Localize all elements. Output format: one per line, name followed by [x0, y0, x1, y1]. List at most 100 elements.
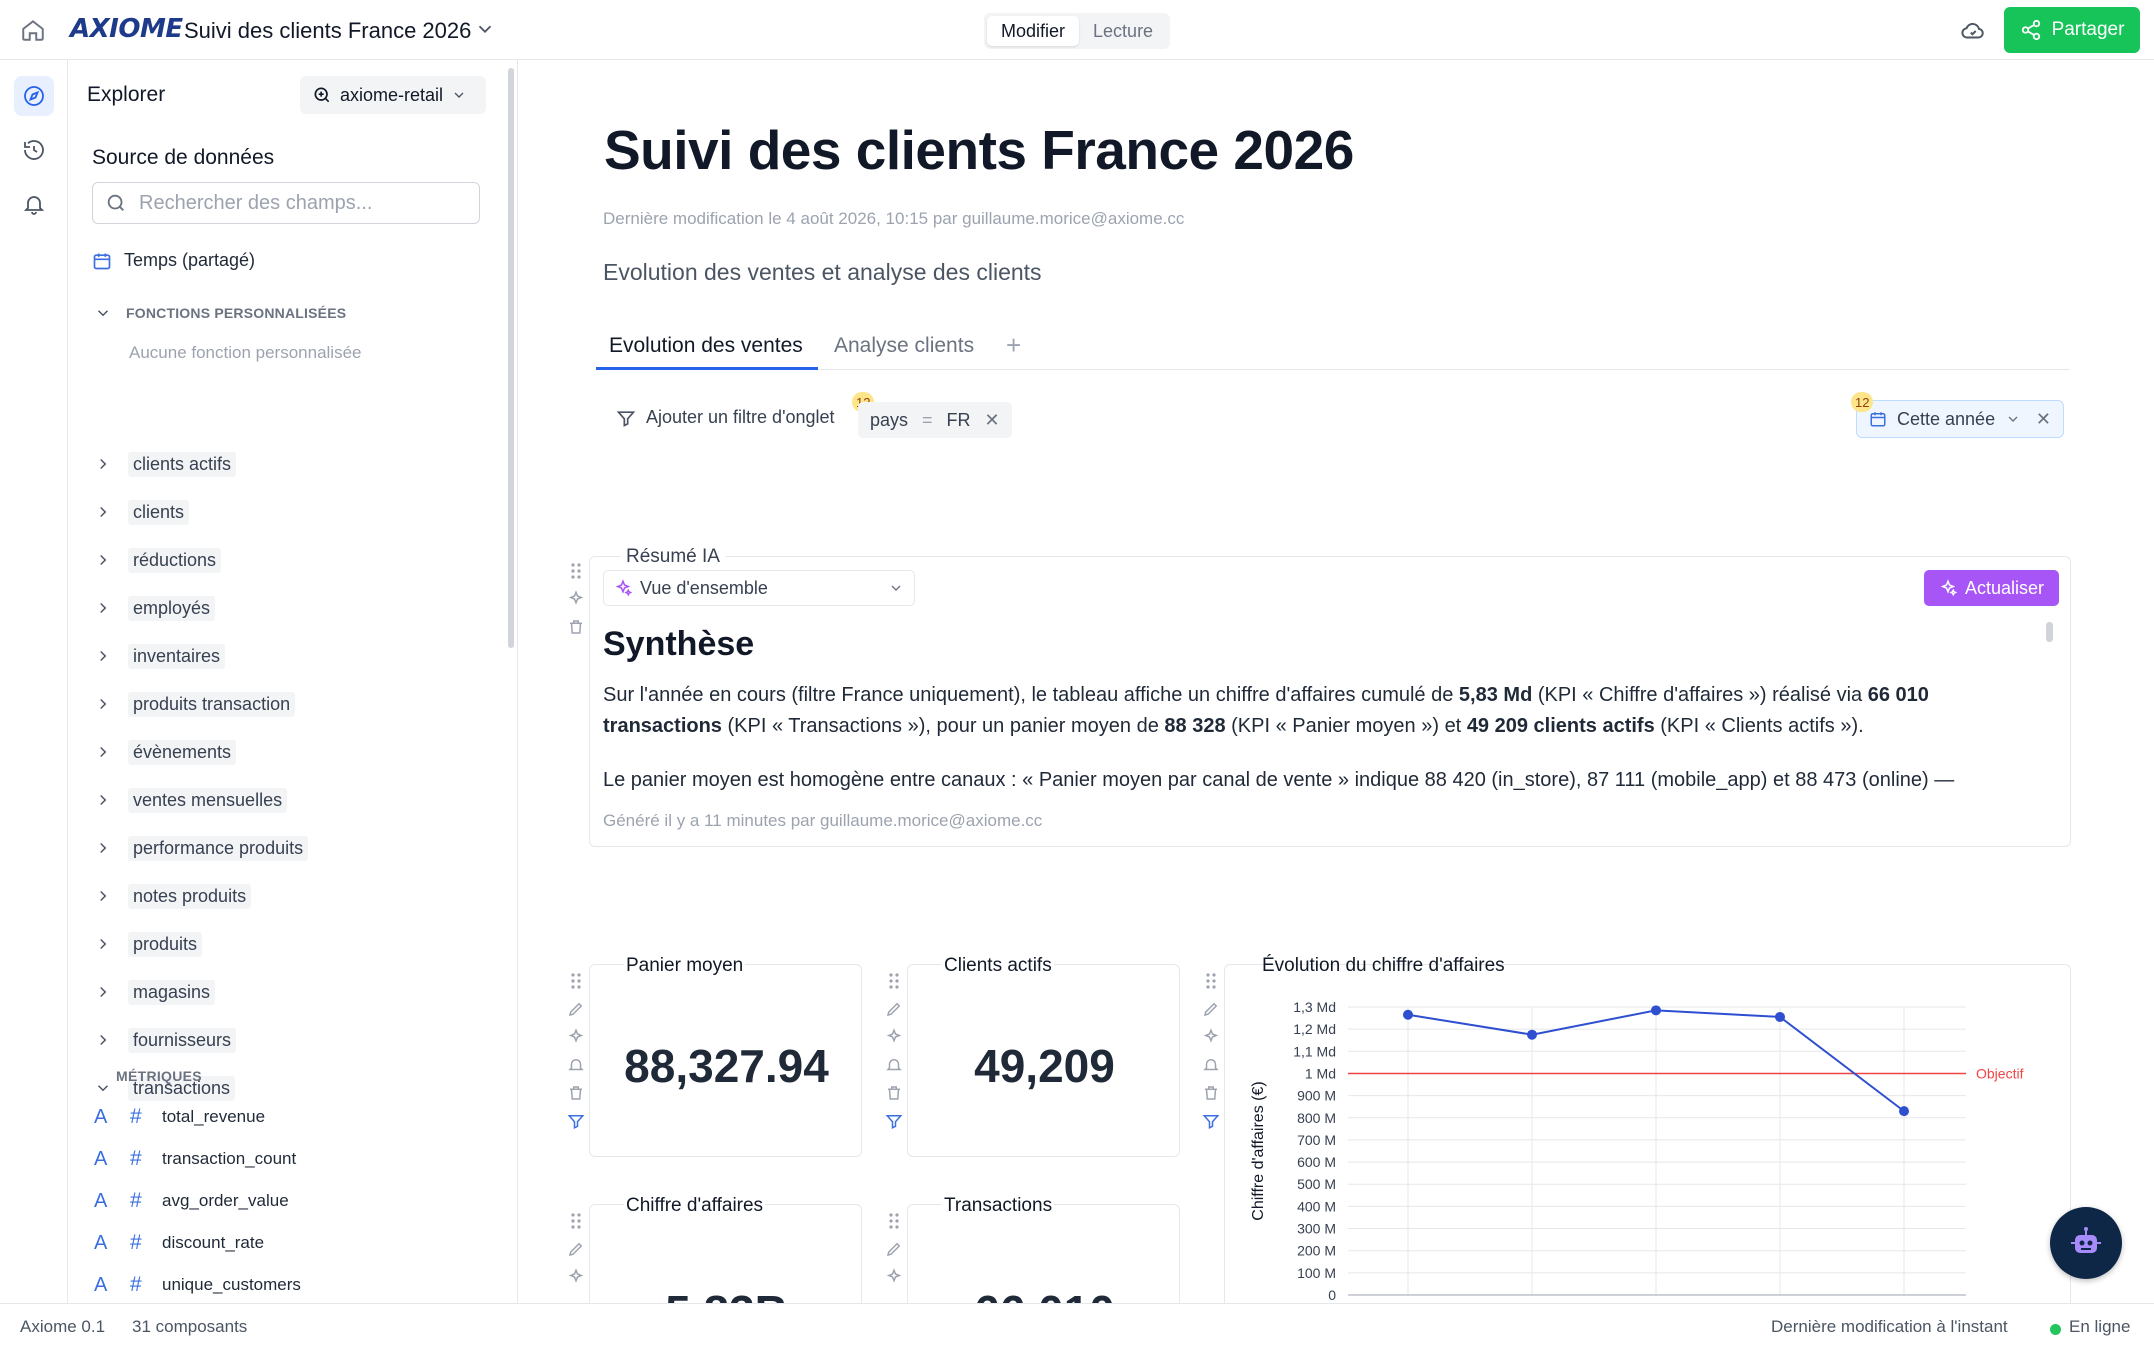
chevron-down-icon[interactable] [2005, 411, 2021, 427]
pencil-icon[interactable] [885, 1000, 903, 1018]
app-logo[interactable]: AXIOME [70, 14, 183, 44]
ai-view-select[interactable]: Vue d'ensemble [603, 570, 915, 606]
explorer-scrollbar[interactable] [508, 68, 514, 648]
text: (KPI « Transactions »), pour un panier m… [721, 715, 1165, 737]
assistant-bot-button[interactable] [2050, 1207, 2122, 1279]
sparkles-icon[interactable] [567, 590, 585, 608]
pencil-icon[interactable] [567, 1000, 585, 1018]
trash-icon[interactable] [1202, 1084, 1220, 1102]
table-item[interactable]: notes produits [94, 882, 252, 910]
search-placeholder: Rechercher des champs... [139, 191, 373, 214]
mode-edit-button[interactable]: Modifier [987, 16, 1080, 46]
project-selector[interactable]: axiome-retail [300, 76, 486, 114]
filter-chip-pays[interactable]: pays = FR ✕ [858, 402, 1012, 438]
sparkles-icon[interactable] [567, 1268, 585, 1286]
metric-item[interactable]: A # total_revenue [94, 1103, 265, 1131]
metric-item[interactable]: A # avg_order_value [94, 1187, 289, 1215]
search-icon [107, 194, 124, 211]
data-source-title: Source de données [92, 146, 275, 169]
metric-item[interactable]: A # discount_rate [94, 1229, 264, 1257]
bell-icon[interactable] [885, 1056, 903, 1074]
table-label: inventaires [128, 643, 226, 669]
drag-handle-icon[interactable] [1204, 972, 1218, 990]
chevron-right-icon [100, 458, 107, 470]
y-tick-label: 400 M [1297, 1198, 1336, 1214]
y-tick-label: 1,3 Md [1293, 999, 1336, 1015]
ai-summary-scrollbar[interactable] [2046, 622, 2053, 642]
pencil-icon[interactable] [567, 1240, 585, 1258]
drag-handle-icon[interactable] [887, 1212, 901, 1230]
trash-icon[interactable] [567, 1084, 585, 1102]
table-item[interactable]: inventaires [94, 642, 226, 670]
sparkles-icon[interactable] [885, 1268, 903, 1286]
table-item[interactable]: produits transaction [94, 690, 296, 718]
chevron-down-icon [454, 92, 464, 98]
ai-refresh-button[interactable]: Actualiser [1924, 570, 2059, 606]
table-item[interactable]: clients actifs [94, 450, 237, 478]
drag-handle-icon[interactable] [569, 1212, 583, 1230]
pencil-icon[interactable] [885, 1240, 903, 1258]
share-button[interactable]: Partager [2004, 7, 2140, 53]
date-filter-badge: 12 [1851, 392, 1874, 412]
chart-card-tools [1202, 972, 1220, 1130]
highlight: 5,83 Md [1458, 684, 1533, 706]
metric-item[interactable]: A # unique_customers [94, 1271, 301, 1299]
table-label: magasins [128, 979, 216, 1005]
field-search-input[interactable]: Rechercher des champs... [92, 182, 480, 224]
table-item[interactable]: réductions [94, 546, 222, 574]
bell-icon[interactable] [1202, 1056, 1220, 1074]
tab-evolution-ventes[interactable]: Evolution des ventes [609, 334, 803, 358]
bell-icon [23, 196, 45, 215]
home-icon[interactable] [20, 17, 46, 43]
trash-icon[interactable] [567, 618, 585, 636]
metric-label: discount_rate [162, 1233, 265, 1252]
add-tab-button[interactable]: + [1006, 330, 1021, 361]
y-tick-label: 800 M [1297, 1110, 1336, 1126]
drag-handle-icon[interactable] [569, 562, 583, 580]
chevron-right-icon [100, 938, 107, 950]
drag-handle-icon[interactable] [887, 972, 901, 990]
kpi-card-tools [567, 972, 585, 1130]
tab-analyse-clients[interactable]: Analyse clients [834, 334, 974, 358]
date-filter-chip[interactable]: Cette année ✕ [1856, 400, 2064, 438]
rail-alerts[interactable] [14, 184, 54, 224]
table-item[interactable]: magasins [94, 978, 216, 1006]
filter-icon[interactable] [885, 1112, 903, 1130]
table-item[interactable]: évènements [94, 738, 237, 766]
filter-icon[interactable] [1202, 1112, 1220, 1130]
rail-history[interactable] [14, 130, 54, 170]
add-tab-filter-button[interactable]: Ajouter un filtre d'onglet [616, 407, 835, 428]
rail-explore[interactable] [14, 76, 54, 116]
sparkles-icon[interactable] [567, 1028, 585, 1046]
close-icon[interactable]: ✕ [2036, 409, 2051, 430]
ai-summary-paragraph-1: Sur l'année en cours (filtre France uniq… [603, 680, 2043, 742]
icon-rail [0, 60, 68, 1303]
filter-icon[interactable] [567, 1112, 585, 1130]
table-item[interactable]: employés [94, 594, 216, 622]
table-item[interactable]: ventes mensuelles [94, 786, 288, 814]
table-item[interactable]: produits [94, 930, 203, 958]
sparkles-icon[interactable] [885, 1028, 903, 1046]
metric-item[interactable]: A # transaction_count [94, 1145, 296, 1173]
chevron-down-icon[interactable] [474, 18, 496, 40]
drag-handle-icon[interactable] [569, 972, 583, 990]
table-item[interactable]: fournisseurs [94, 1026, 237, 1054]
number-type-icon: # [130, 1147, 142, 1170]
y-tick-label: 700 M [1297, 1132, 1336, 1148]
trash-icon[interactable] [885, 1084, 903, 1102]
sparkles-icon[interactable] [1202, 1028, 1220, 1046]
explorer-panel: Explorer axiome-retail Source de données… [68, 60, 518, 1303]
time-label: Temps (partagé) [124, 250, 256, 270]
mode-read-button[interactable]: Lecture [1079, 16, 1167, 46]
kpi-card: Clients actifs 49,209 [907, 955, 1180, 1157]
table-item[interactable]: performance produits [94, 834, 309, 862]
close-icon[interactable]: ✕ [985, 410, 1000, 431]
data-point [1899, 1106, 1909, 1117]
custom-functions-header[interactable]: FONCTIONS PERSONNALISÉES [94, 304, 346, 322]
pencil-icon[interactable] [1202, 1000, 1220, 1018]
bell-icon[interactable] [567, 1056, 585, 1074]
cloud-sync-icon[interactable] [1960, 18, 1986, 44]
y-tick-label: 100 M [1297, 1265, 1336, 1281]
table-item[interactable]: clients [94, 498, 190, 526]
time-dimension[interactable]: Temps (partagé) [92, 250, 255, 271]
